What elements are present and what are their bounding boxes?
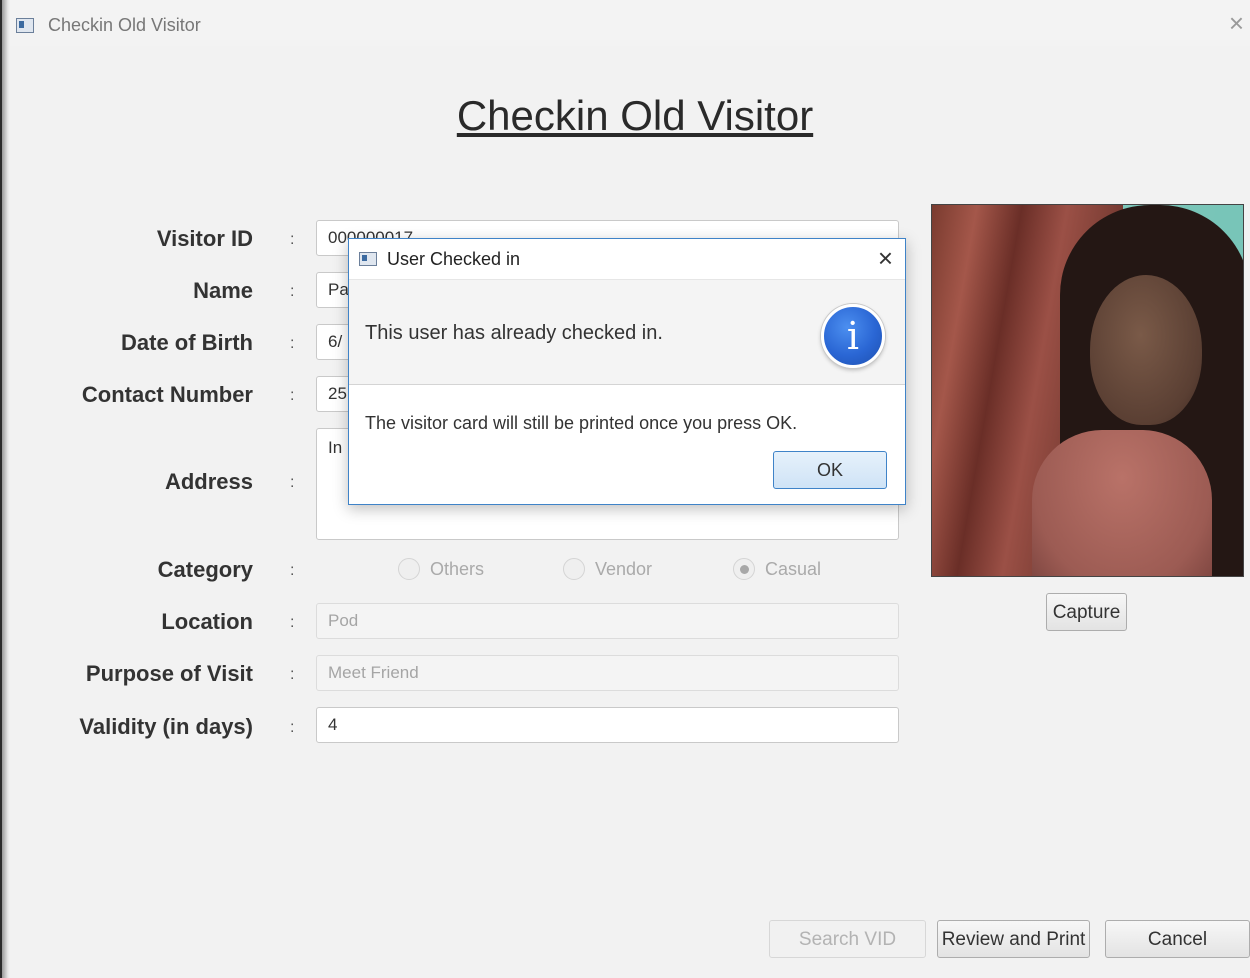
label-purpose: Purpose of Visit: [85, 661, 253, 686]
dialog-header-text: This user has already checked in.: [365, 322, 663, 344]
search-vid-button[interactable]: Search VID: [769, 920, 926, 958]
label-category: Category: [157, 557, 253, 582]
validity-field[interactable]: 4: [316, 707, 899, 743]
label-contact: Contact Number: [81, 382, 253, 407]
cancel-button[interactable]: Cancel: [1105, 920, 1250, 958]
colon: :: [290, 614, 295, 631]
colon: :: [290, 283, 295, 300]
radio-label: Vendor: [595, 558, 653, 579]
ok-button[interactable]: OK: [773, 451, 887, 489]
category-radio-vendor[interactable]: Vendor: [563, 558, 652, 580]
radio-circle: [563, 558, 585, 580]
label-validity: Validity (in days): [79, 714, 253, 739]
label-name: Name: [193, 278, 253, 303]
colon: :: [290, 562, 295, 579]
window-close-icon[interactable]: ×: [1229, 10, 1244, 36]
radio-circle: [398, 558, 420, 580]
user-checked-in-dialog: User Checked in × This user has already …: [348, 238, 906, 505]
dialog-titlebar: User Checked in ×: [349, 239, 905, 279]
colon: :: [290, 387, 295, 404]
label-dob: Date of Birth: [121, 330, 253, 355]
colon: :: [290, 719, 295, 736]
label-address: Address: [164, 469, 253, 494]
colon: :: [290, 474, 295, 491]
photo-face: [1090, 275, 1202, 425]
radio-selected-dot: [739, 564, 749, 574]
radio-circle: [733, 558, 755, 580]
radio-label: Casual: [765, 558, 822, 579]
photo-shirt: [1032, 430, 1212, 576]
colon: :: [290, 666, 295, 683]
capture-button[interactable]: Capture: [1046, 593, 1127, 631]
dialog-window-icon: [359, 252, 377, 266]
dialog-close-icon[interactable]: ×: [878, 245, 893, 271]
window-titlebar: Checkin Old Visitor ×: [10, 0, 1250, 46]
dialog-content-text: The visitor card will still be printed o…: [365, 413, 798, 433]
location-field[interactable]: Pod: [316, 603, 899, 639]
page-heading: Checkin Old Visitor: [456, 92, 814, 139]
window-title: Checkin Old Visitor: [48, 15, 201, 35]
dialog-header: This user has already checked in. i: [349, 279, 905, 385]
visitor-photo: [931, 204, 1244, 577]
category-radio-others[interactable]: Others: [398, 558, 484, 580]
info-icon: i: [821, 304, 885, 368]
category-radio-casual[interactable]: Casual: [733, 558, 821, 580]
window-left-edge: [0, 0, 10, 978]
purpose-field[interactable]: Meet Friend: [316, 655, 899, 691]
app-window-icon: [16, 18, 34, 33]
colon: :: [290, 335, 295, 352]
dialog-title: User Checked in: [387, 249, 521, 269]
label-location: Location: [161, 609, 253, 634]
colon: :: [290, 231, 295, 248]
review-and-print-button[interactable]: Review and Print: [937, 920, 1090, 958]
radio-label: Others: [430, 558, 485, 579]
label-visitor-id: Visitor ID: [156, 226, 253, 251]
